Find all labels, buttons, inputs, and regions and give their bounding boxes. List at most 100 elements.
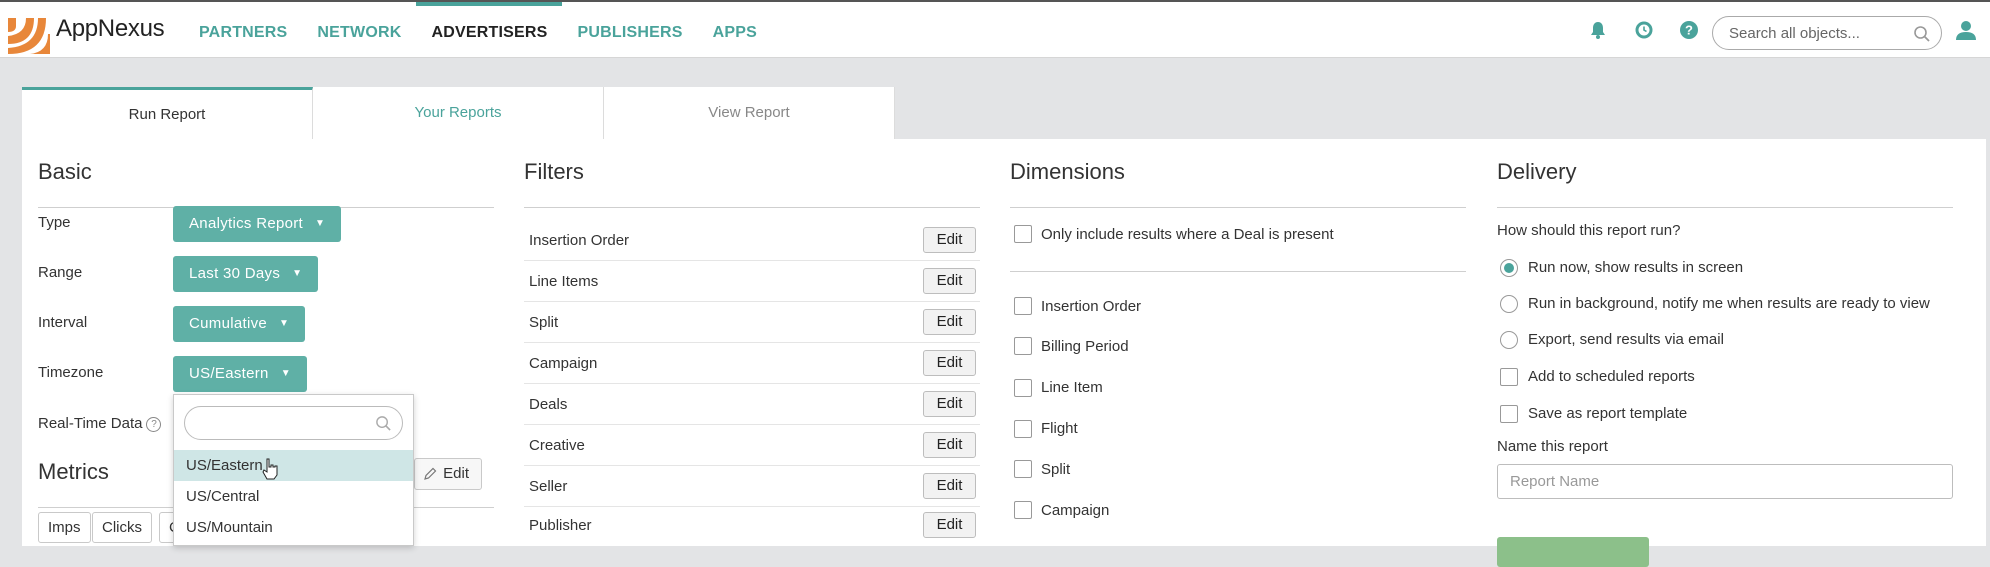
timezone-options-popup: US/Eastern US/Central US/Mountain <box>173 394 414 546</box>
run-report-button[interactable] <box>1497 537 1649 567</box>
filter-label: Line Items <box>529 273 599 290</box>
range-dropdown[interactable]: Last 30 Days ▼ <box>173 256 319 292</box>
filter-edit-button[interactable]: Edit <box>923 350 976 376</box>
report-name-input[interactable] <box>1508 465 1928 498</box>
metric-chip-clicks[interactable]: Clicks <box>92 512 152 543</box>
dimension-checkbox-campaign[interactable] <box>1014 501 1032 519</box>
filter-label: Seller <box>529 478 568 495</box>
nav-network[interactable]: NETWORK <box>302 2 416 58</box>
filter-edit-button[interactable]: Edit <box>923 268 976 294</box>
type-label: Type <box>38 214 71 231</box>
caret-down-icon: ▼ <box>315 218 326 230</box>
top-bar: AppNexus PARTNERS NETWORK ADVERTISERS PU… <box>0 0 1990 58</box>
filter-row-campaign: Campaign Edit <box>524 343 980 384</box>
tab-run-report[interactable]: Run Report <box>22 87 313 139</box>
caret-down-icon: ▼ <box>279 318 290 330</box>
tab-view-report[interactable]: View Report <box>604 87 895 139</box>
filter-row-deals: Deals Edit <box>524 384 980 425</box>
range-value: Last 30 Days <box>189 265 281 282</box>
timezone-option-eastern[interactable]: US/Eastern <box>174 450 413 481</box>
timezone-option-central[interactable]: US/Central <box>174 481 413 512</box>
basic-section-title: Basic <box>38 155 494 208</box>
filter-row-publisher: Publisher Edit <box>524 505 980 546</box>
timezone-value: US/Eastern <box>189 365 269 382</box>
search-icon <box>376 416 391 431</box>
caret-down-icon: ▼ <box>280 368 291 380</box>
run-background-radio[interactable] <box>1500 295 1518 313</box>
global-search <box>1712 16 1942 50</box>
filter-label: Deals <box>529 396 568 413</box>
filter-row-insertion-order: Insertion Order Edit <box>524 220 980 261</box>
filters-section-title: Filters <box>524 155 980 208</box>
dimensions-divider <box>1010 271 1466 272</box>
dimension-checkbox-flight[interactable] <box>1014 420 1032 438</box>
dimensions-section-title: Dimensions <box>1010 155 1466 208</box>
filter-edit-button[interactable]: Edit <box>923 227 976 253</box>
help-icon[interactable]: ? <box>146 417 162 432</box>
nav-advertisers[interactable]: ADVERTISERS <box>416 2 563 58</box>
filter-edit-button[interactable]: Edit <box>923 473 976 499</box>
interval-dropdown[interactable]: Cumulative ▼ <box>173 306 306 342</box>
filter-row-line-items: Line Items Edit <box>524 261 980 302</box>
caret-down-icon: ▼ <box>292 268 303 280</box>
metric-chip-imps[interactable]: Imps <box>38 512 91 543</box>
run-now-label: Run now, show results in screen <box>1528 259 1744 276</box>
filter-edit-button[interactable]: Edit <box>923 432 976 458</box>
nav-publishers[interactable]: PUBLISHERS <box>562 2 697 58</box>
filter-label: Split <box>529 314 559 331</box>
filter-label: Creative <box>529 437 585 454</box>
bell-icon[interactable] <box>1588 20 1608 40</box>
report-tabs: Run Report Your Reports View Report <box>22 87 895 139</box>
deal-only-checkbox[interactable] <box>1014 225 1032 243</box>
timezone-dropdown[interactable]: US/Eastern ▼ <box>173 356 307 392</box>
clock-icon[interactable] <box>1634 20 1654 40</box>
filter-label: Campaign <box>529 355 598 372</box>
dimension-checkbox-billing-period[interactable] <box>1014 337 1032 355</box>
help-icon[interactable]: ? <box>1679 20 1699 40</box>
timezone-option-label: US/Eastern <box>186 457 263 474</box>
dimension-label: Line Item <box>1041 379 1103 396</box>
export-email-radio[interactable] <box>1500 331 1518 349</box>
appnexus-logo-icon[interactable] <box>8 12 50 54</box>
nav-partners[interactable]: PARTNERS <box>184 2 302 58</box>
scheduled-reports-checkbox[interactable] <box>1500 368 1518 386</box>
realtime-label-text: Real-Time Data <box>38 415 143 432</box>
filter-row-split: Split Edit <box>524 302 980 343</box>
filter-label: Publisher <box>529 517 592 534</box>
user-icon[interactable] <box>1955 19 1977 41</box>
dimension-checkbox-split[interactable] <box>1014 460 1032 478</box>
report-name-label: Name this report <box>1497 438 1608 455</box>
dimension-label: Insertion Order <box>1041 298 1142 315</box>
run-now-radio[interactable] <box>1500 259 1518 277</box>
filter-label: Insertion Order <box>529 232 630 249</box>
dimension-checkbox-line-item[interactable] <box>1014 379 1032 397</box>
filter-row-seller: Seller Edit <box>524 466 980 507</box>
realtime-label: Real-Time Data? <box>38 415 162 432</box>
svg-text:?: ? <box>1685 23 1693 38</box>
filter-edit-button[interactable]: Edit <box>923 391 976 417</box>
type-dropdown[interactable]: Analytics Report ▼ <box>173 206 342 242</box>
timezone-search-input[interactable] <box>184 406 403 440</box>
dimension-label: Split <box>1041 461 1071 478</box>
filter-edit-button[interactable]: Edit <box>923 512 976 538</box>
search-icon[interactable] <box>1913 25 1931 43</box>
hand-cursor-icon <box>262 458 278 480</box>
dimension-checkbox-insertion-order[interactable] <box>1014 297 1032 315</box>
metrics-edit-button[interactable]: Edit <box>414 458 482 490</box>
metrics-edit-label: Edit <box>443 465 469 482</box>
report-name-field <box>1497 464 1953 499</box>
brand-name: AppNexus <box>56 15 165 42</box>
deal-only-label: Only include results where a Deal is pre… <box>1041 226 1334 243</box>
timezone-label: Timezone <box>38 364 104 381</box>
nav-apps[interactable]: APPS <box>698 2 772 58</box>
save-template-checkbox[interactable] <box>1500 405 1518 423</box>
tab-your-reports[interactable]: Your Reports <box>313 87 604 139</box>
run-background-label: Run in background, notify me when result… <box>1528 295 1930 312</box>
timezone-option-mountain[interactable]: US/Mountain <box>174 512 413 543</box>
main-nav: PARTNERS NETWORK ADVERTISERS PUBLISHERS … <box>184 2 772 58</box>
filter-edit-button[interactable]: Edit <box>923 309 976 335</box>
global-search-input[interactable] <box>1727 17 1917 49</box>
interval-value: Cumulative <box>189 315 268 332</box>
delivery-question: How should this report run? <box>1497 222 1681 239</box>
delivery-section-title: Delivery <box>1497 155 1953 208</box>
